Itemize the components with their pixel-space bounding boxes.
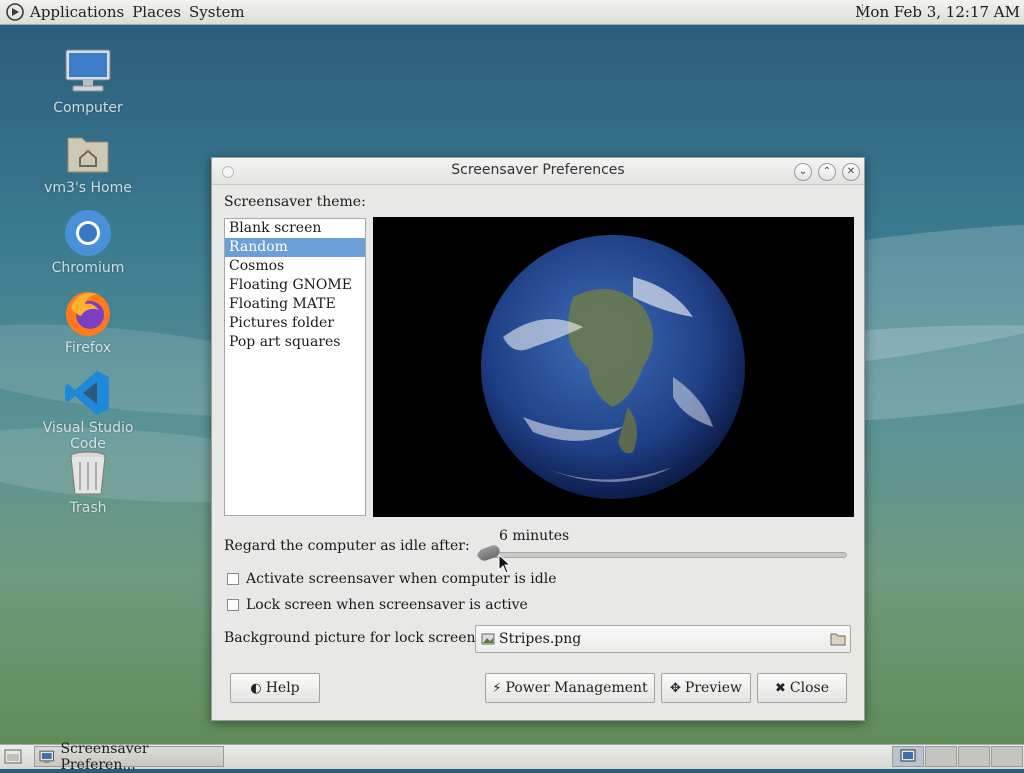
theme-item[interactable]: Blank screen bbox=[225, 219, 365, 238]
folder-icon bbox=[830, 633, 846, 646]
close-button-label: Close bbox=[789, 680, 829, 696]
show-desktop-icon[interactable] bbox=[4, 749, 22, 764]
home-folder-icon bbox=[63, 128, 113, 178]
desktop-icon-label: Computer bbox=[53, 100, 123, 116]
idle-value: 6 minutes bbox=[499, 528, 570, 544]
image-file-icon bbox=[481, 633, 495, 645]
activate-screensaver-label: Activate screensaver when computer is id… bbox=[246, 571, 557, 587]
lock-screen-checkbox[interactable] bbox=[227, 599, 239, 611]
background-file-chooser[interactable]: Stripes.png bbox=[475, 625, 851, 653]
activate-screensaver-checkbox[interactable] bbox=[227, 573, 239, 585]
screensaver-app-icon bbox=[39, 750, 55, 763]
theme-label: Screensaver theme: bbox=[224, 194, 366, 210]
theme-list[interactable]: Blank screen Random Cosmos Floating GNOM… bbox=[224, 218, 366, 516]
help-button-label: Help bbox=[265, 680, 300, 696]
desktop-icon-home[interactable]: vm3's Home bbox=[28, 128, 148, 196]
desktop-icon-trash[interactable]: Trash bbox=[28, 448, 148, 516]
power-management-label: Power Management bbox=[505, 680, 648, 696]
computer-icon bbox=[63, 48, 113, 98]
lock-screen-label: Lock screen when screensaver is active bbox=[246, 597, 528, 613]
desktop-icon-label: vm3's Home bbox=[44, 180, 132, 196]
window-titlebar[interactable]: Screensaver Preferences ⌄ ⌃ ✕ bbox=[212, 158, 864, 185]
window-title: Screensaver Preferences bbox=[451, 162, 625, 178]
system-menu[interactable]: System bbox=[185, 3, 249, 21]
maximize-button[interactable]: ⌃ bbox=[818, 163, 836, 181]
firefox-icon bbox=[63, 288, 113, 338]
earth-preview-image bbox=[481, 235, 745, 499]
screensaver-preview bbox=[373, 217, 854, 517]
applications-menu[interactable]: Applications bbox=[26, 3, 128, 21]
theme-item-selected[interactable]: Random bbox=[225, 238, 365, 257]
close-window-button[interactable]: ✕ bbox=[842, 163, 860, 181]
taskbar-window-button[interactable]: Screensaver Preferen... bbox=[34, 741, 224, 773]
workspace-1[interactable] bbox=[892, 746, 924, 767]
background-file-name: Stripes.png bbox=[499, 631, 582, 647]
bottom-panel: Screensaver Preferen... bbox=[0, 741, 1024, 773]
theme-item[interactable]: Pop art squares bbox=[225, 333, 365, 352]
theme-item[interactable]: Floating GNOME bbox=[225, 276, 365, 295]
theme-item[interactable]: Cosmos bbox=[225, 257, 365, 276]
desktop-icon-vscode[interactable]: Visual Studio Code bbox=[28, 368, 148, 452]
power-icon: ⚡ bbox=[492, 680, 502, 696]
screensaver-preferences-window: Screensaver Preferences ⌄ ⌃ ✕ Screensave… bbox=[211, 157, 865, 721]
minimize-button[interactable]: ⌄ bbox=[794, 163, 812, 181]
close-icon: ✖ bbox=[775, 680, 786, 696]
help-icon: ◐ bbox=[250, 680, 262, 696]
workspace-3[interactable] bbox=[958, 746, 990, 767]
idle-slider-track[interactable] bbox=[477, 552, 847, 558]
trash-icon bbox=[63, 448, 113, 498]
workspace-window-icon bbox=[900, 749, 916, 762]
theme-item[interactable]: Pictures folder bbox=[225, 314, 365, 333]
theme-item[interactable]: Floating MATE bbox=[225, 295, 365, 314]
desktop-icon-label: Firefox bbox=[64, 340, 112, 356]
desktop-icon-label: Trash bbox=[69, 500, 107, 516]
preview-button[interactable]: ✥ Preview bbox=[661, 673, 751, 703]
background-picture-label: Background picture for lock screen: bbox=[224, 630, 481, 646]
workspace-4[interactable] bbox=[991, 746, 1023, 767]
chromium-icon bbox=[63, 208, 113, 258]
preview-icon: ✥ bbox=[670, 680, 681, 696]
vscode-icon bbox=[63, 368, 113, 418]
help-button[interactable]: ◐ Help bbox=[230, 673, 320, 703]
activate-screensaver-row[interactable]: Activate screensaver when computer is id… bbox=[227, 571, 557, 587]
power-management-button[interactable]: ⚡ Power Management bbox=[485, 673, 655, 703]
desktop-icon-label: Chromium bbox=[51, 260, 125, 276]
idle-label: Regard the computer as idle after: bbox=[224, 538, 470, 554]
clock[interactable]: Mon Feb 3, 12:17 AM bbox=[855, 3, 1020, 21]
close-button[interactable]: ✖ Close bbox=[757, 673, 847, 703]
mate-logo-icon[interactable] bbox=[6, 3, 24, 21]
top-panel: Applications Places System Mon Feb 3, 12… bbox=[0, 0, 1024, 25]
lock-screen-row[interactable]: Lock screen when screensaver is active bbox=[227, 597, 528, 613]
workspace-2[interactable] bbox=[925, 746, 957, 767]
places-menu[interactable]: Places bbox=[128, 3, 185, 21]
desktop-icon-computer[interactable]: Computer bbox=[28, 48, 148, 116]
desktop-icon-chromium[interactable]: Chromium bbox=[28, 208, 148, 276]
preview-button-label: Preview bbox=[684, 680, 742, 696]
desktop-icon-firefox[interactable]: Firefox bbox=[28, 288, 148, 356]
